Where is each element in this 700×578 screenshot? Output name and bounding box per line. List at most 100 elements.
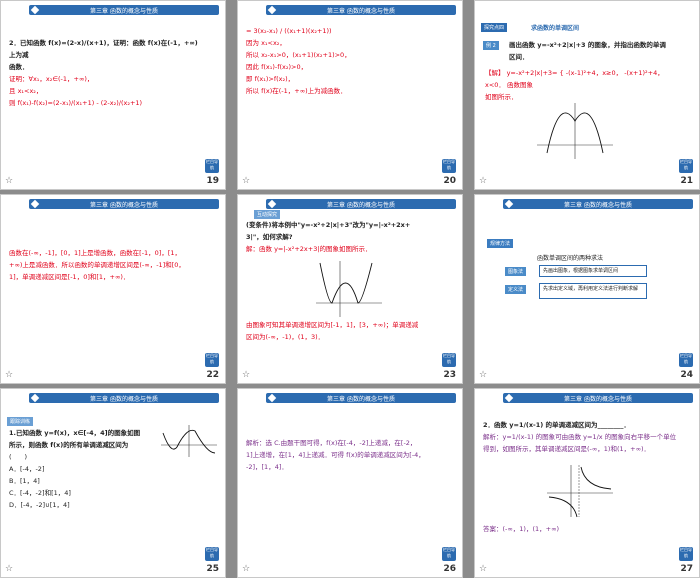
question-line: 2．函数 y=1/(x-1) 的单调递减区间为________． [483,421,630,429]
method-desc: 先画出图象，根据图象求单调区间 [539,265,647,277]
slide-header: 第三章 函数的概念与性质 [29,393,219,403]
slide-header: 第三章 函数的概念与性质 [266,393,456,403]
analysis-line: 解析：y=1/(x-1) 的图象可由函数 y=1/x 的图象向右平移一个单位 [483,433,677,441]
slide-text: (变条件)将本例中"y=-x²+2|x|+3"改为"y=|-x²+2x+ 3|"… [246,219,440,255]
slide-text: = 3(x₂-x₁) / ((x₁+1)(x₂+1)) 因为 x₁<x₂， 所以… [246,25,440,97]
method-name: 定义法 [505,285,527,294]
slide-24[interactable]: 第三章 函数的概念与性质 规律方法 函数单调区间的两种求法 图象法 先画出图象，… [474,194,700,384]
solution-line: 区间为(-∞，-1)，(1，3)． [246,333,325,341]
slide-27[interactable]: 第三章 函数的概念与性质 2．函数 y=1/(x-1) 的单调递减区间为____… [474,388,700,578]
slide-26[interactable]: 第三章 函数的概念与性质 解析：选 C.由题干图可得，f(x)在[-4，-2]上… [237,388,463,578]
back-button[interactable]: 栏目导航 [442,353,456,367]
slide-text: 画出函数 y=-x²+2|x|+3 的图象，并指出函数的单调 区间． [509,39,677,63]
proof-line: 因此 f(x₁)-f(x₂)>0， [246,63,308,71]
page-number: 23 [443,370,456,380]
example-tag: 例 2 [483,41,499,50]
star-icon[interactable]: ☆ [479,370,487,380]
back-button[interactable]: 栏目导航 [679,159,693,173]
question-line: 区间． [509,53,529,61]
proof-line: 所以 f(x)在(-1，+∞)上为减函数． [246,87,347,95]
option-d: D．[-4，-2]∪[1，4] [9,501,70,509]
section-tag: 探究点四 [481,23,508,32]
method-name: 图象法 [505,267,527,276]
solution-line: 【解】 y=-x²+2|x|+3= { -(x-1)²+4，x≥0， -(x+1… [485,69,664,89]
page-number: 21 [680,176,693,186]
slide-21[interactable]: 探究点四 求函数的单调区间 例 2 画出函数 y=-x²+2|x|+3 的图象，… [474,0,700,190]
star-icon[interactable]: ☆ [5,370,13,380]
page-number: 22 [206,370,219,380]
back-button[interactable]: 栏目导航 [205,353,219,367]
slide-text: 2．函数 y=1/(x-1) 的单调递减区间为________． 解析：y=1/… [483,419,677,455]
slide-header: 第三章 函数的概念与性质 [503,393,693,403]
slide-header: 第三章 函数的概念与性质 [266,5,456,15]
slide-header: 第三章 函数的概念与性质 [29,5,219,15]
answer-text: 答案：(-∞，1)，(1，+∞) [483,523,677,535]
slide-19[interactable]: 第三章 函数的概念与性质 2．已知函数 f(x)=(2-x)/(x+1)，证明：… [0,0,226,190]
section-tag: 跟踪训练 [7,417,34,426]
back-button[interactable]: 栏目导航 [442,159,456,173]
option-c: C．[-4，-2]和[1，4] [9,489,71,497]
back-button[interactable]: 栏目导航 [205,159,219,173]
star-icon[interactable]: ☆ [242,564,250,574]
solution-line: 1]，单调递减区间是[-1，0]和[1，+∞)． [9,273,130,281]
function-graph [316,261,382,317]
back-button[interactable]: 栏目导航 [679,353,693,367]
analysis-line: -2]，[1，4]． [246,463,288,471]
back-button[interactable]: 栏目导航 [679,547,693,561]
proof-line: 则 f(x₁)-f(x₂)=(2-x₁)/(x₁+1) - (2-x₂)/(x₂… [9,99,143,107]
page-number: 25 [206,564,219,574]
solution-line: 函数在(-∞，-1]，[0，1]上是增函数，函数在[-1，0]，[1， [9,249,182,257]
star-icon[interactable]: ☆ [5,564,13,574]
proof-line: 因为 x₁<x₂， [246,39,286,47]
section-tag: 规律方法 [487,239,514,248]
slide-header: 第三章 函数的概念与性质 [266,199,456,209]
function-graph [547,465,613,518]
back-button[interactable]: 栏目导航 [442,547,456,561]
proof-line: 即 f(x₁)>f(x₂)， [246,75,295,83]
star-icon[interactable]: ☆ [5,176,13,186]
answer-line: 答案：(-∞，1)，(1，+∞) [483,525,560,533]
page-number: 27 [680,564,693,574]
slide-text: 2．已知函数 f(x)=(2-x)/(x+1)，证明：函数 f(x)在(-1，+… [9,37,203,109]
page-number: 20 [443,176,456,186]
slide-25[interactable]: 第三章 函数的概念与性质 跟踪训练 1.已知函数 y=f(x)，x∈[-4，4]… [0,388,226,578]
option-a: A．[-4，-2] [9,465,45,473]
slide-22[interactable]: 第三章 函数的概念与性质 函数在(-∞，-1]，[0，1]上是增函数，函数在[-… [0,194,226,384]
page-number: 19 [206,176,219,186]
method-desc: 先求出定义域，再利用定义法进行判断求解 [539,283,647,299]
star-icon[interactable]: ☆ [242,176,250,186]
proof-line: 且 x₁<x₂， [9,87,43,95]
section-title: 求函数的单调区间 [531,25,580,32]
back-button[interactable]: 栏目导航 [205,547,219,561]
question-line: 3|"，如何求解? [246,233,293,241]
analysis-line: 解析：选 C.由题干图可得，f(x)在[-4，-2]上递减，在[-2， [246,439,417,447]
option-b: B．[1，4] [9,477,40,485]
section-tag: 互动探究 [254,210,281,219]
slide-text: 解析：选 C.由题干图可得，f(x)在[-4，-2]上递减，在[-2， 1]上递… [246,437,440,473]
slide-20[interactable]: 第三章 函数的概念与性质 = 3(x₂-x₁) / ((x₁+1)(x₂+1))… [237,0,463,190]
slide-23[interactable]: 第三章 函数的概念与性质 互动探究 (变条件)将本例中"y=-x²+2|x|+3… [237,194,463,384]
solution-line: +∞)上是减函数．所以函数的单调递增区间是(-∞，-1]和[0， [9,261,185,269]
question-line: 2．已知函数 f(x)=(2-x)/(x+1)，证明：函数 f(x)在(-1，+… [9,39,198,59]
star-icon[interactable]: ☆ [479,176,487,186]
question-line: (变条件)将本例中"y=-x²+2|x|+3"改为"y=|-x²+2x+ [246,221,411,229]
solution-line: 解：函数 y=|-x²+2x+3|的图象如图所示． [246,245,372,253]
proof-line: = 3(x₂-x₁) / ((x₁+1)(x₂+1)) [246,27,332,35]
slide-header: 第三章 函数的概念与性质 [503,199,693,209]
page-number: 24 [680,370,693,380]
analysis-line: 得到，如图所示，其单调递减区间是(-∞，1)和(1，+∞)． [483,445,651,453]
method-title: 函数单调区间的两种求法 [537,255,604,262]
solution-text: 由图象可知其单调递增区间为[-1，1]，[3，+∞)；单调递减 区间为(-∞，-… [246,319,440,343]
star-icon[interactable]: ☆ [242,370,250,380]
function-graph [537,103,613,159]
solution-line: 由图象可知其单调递增区间为[-1，1]，[3，+∞)；单调递减 [246,321,419,329]
analysis-line: 1]上递增，在[1，4]上递减．可得 f(x)的单调递减区间为[-4， [246,451,425,459]
slide-text: 函数在(-∞，-1]，[0，1]上是增函数，函数在[-1，0]，[1， +∞)上… [9,247,203,283]
function-graph [161,425,217,457]
solution-text: 【解】 y=-x²+2|x|+3= { -(x-1)²+4，x≥0， -(x+1… [485,67,677,103]
proof-line: 证明：∀x₁，x₂∈(-1，+∞)， [9,75,94,83]
proof-line: 所以 x₂-x₁>0，(x₁+1)(x₂+1)>0， [246,51,351,59]
question-line: 函数． [9,63,29,71]
question-line: 画出函数 y=-x²+2|x|+3 的图象，并指出函数的单调 [509,41,666,49]
star-icon[interactable]: ☆ [479,564,487,574]
